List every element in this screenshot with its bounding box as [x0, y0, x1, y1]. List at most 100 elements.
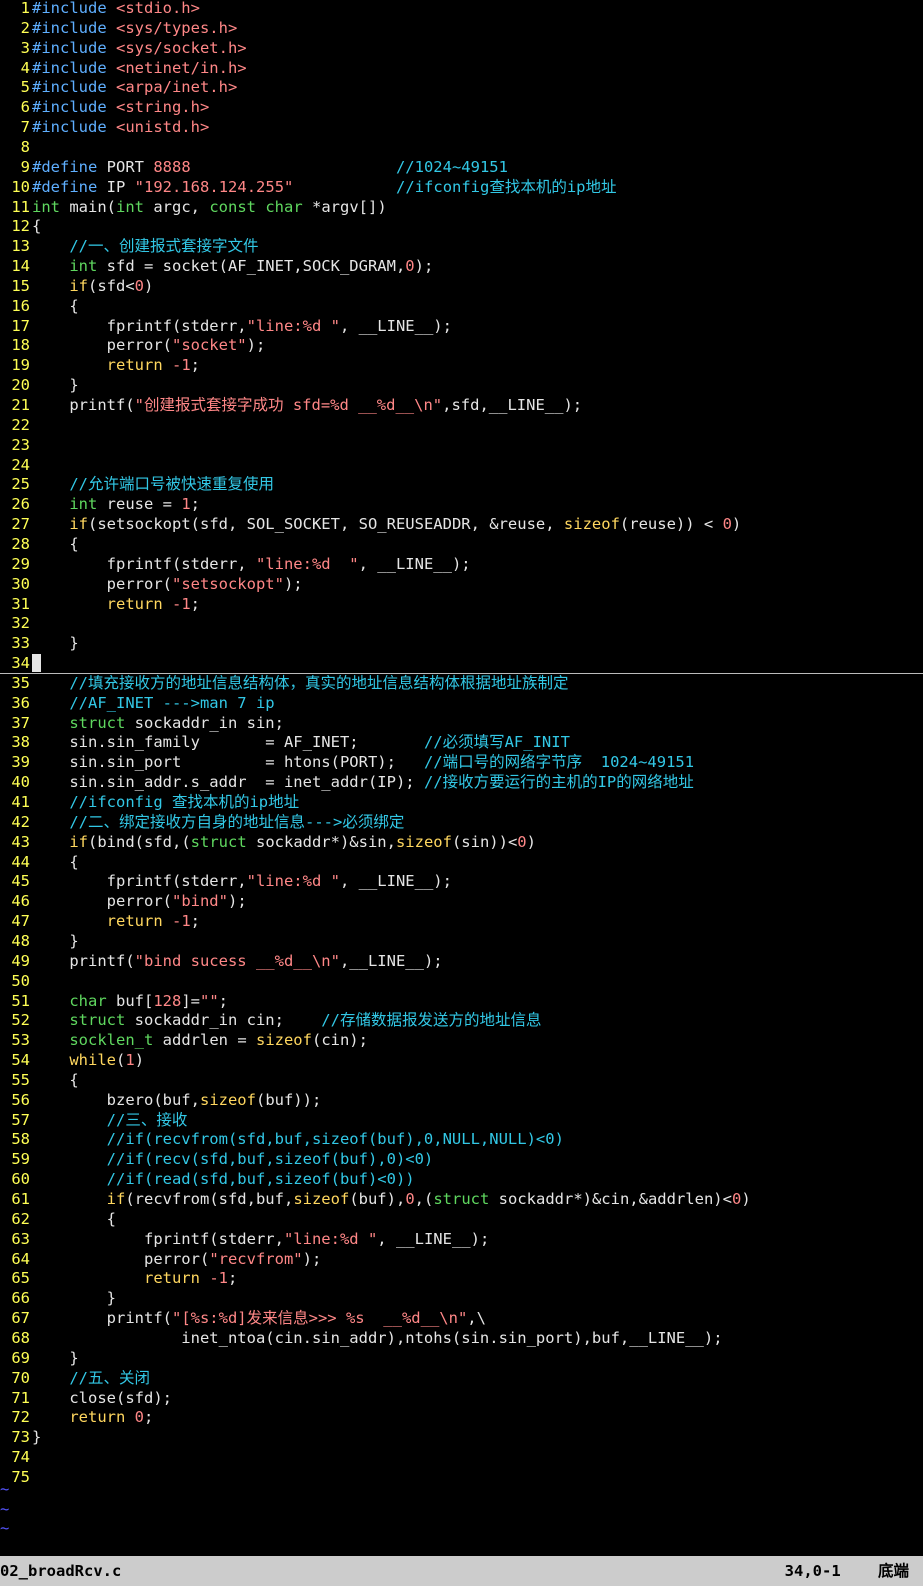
code-text[interactable]: //if(read(sfd,buf,sizeof(buf)<0)): [32, 1170, 415, 1188]
code-text[interactable]: return -1;: [32, 595, 200, 613]
code-text[interactable]: //一、创建报式套接字文件: [32, 237, 258, 255]
code-line[interactable]: 66 }: [0, 1288, 923, 1308]
code-line[interactable]: 15 if(sfd<0): [0, 276, 923, 296]
code-text[interactable]: //填充接收方的地址信息结构体，真实的地址信息结构体根据地址族制定: [32, 674, 568, 692]
code-text[interactable]: {: [32, 1210, 116, 1228]
code-line[interactable]: 3 #include <sys/socket.h>: [0, 38, 923, 58]
code-line[interactable]: 35 //填充接收方的地址信息结构体，真实的地址信息结构体根据地址族制定: [0, 673, 923, 693]
code-line[interactable]: 2 #include <sys/types.h>: [0, 18, 923, 38]
code-text[interactable]: sin.sin_family = AF_INET; //必须填写AF_INIT: [32, 733, 570, 751]
code-line[interactable]: 65 return -1;: [0, 1268, 923, 1288]
code-line[interactable]: 54 while(1): [0, 1050, 923, 1070]
code-text[interactable]: #include <sys/socket.h>: [32, 39, 247, 57]
code-line[interactable]: 61 if(recvfrom(sfd,buf,sizeof(buf),0,(st…: [0, 1189, 923, 1209]
code-text[interactable]: {: [32, 297, 78, 315]
code-text[interactable]: return -1;: [32, 1269, 237, 1287]
code-line[interactable]: 22: [0, 415, 923, 435]
code-line[interactable]: 52 struct sockaddr_in cin; //存储数据报发送方的地址…: [0, 1010, 923, 1030]
code-text[interactable]: {: [32, 1071, 78, 1089]
code-text[interactable]: return 0;: [32, 1408, 153, 1426]
code-text[interactable]: }: [32, 932, 78, 950]
code-text[interactable]: #include <stdio.h>: [32, 0, 200, 17]
code-text[interactable]: int sfd = socket(AF_INET,SOCK_DGRAM,0);: [32, 257, 433, 275]
code-line[interactable]: 59 //if(recv(sfd,buf,sizeof(buf),0)<0): [0, 1149, 923, 1169]
code-line[interactable]: 50: [0, 971, 923, 991]
code-line[interactable]: 13 //一、创建报式套接字文件: [0, 236, 923, 256]
code-text[interactable]: while(1): [32, 1051, 144, 1069]
code-line[interactable]: 11 int main(int argc, const char *argv[]): [0, 197, 923, 217]
code-text[interactable]: {: [32, 217, 41, 235]
code-line[interactable]: 64 perror("recvfrom");: [0, 1249, 923, 1269]
code-line[interactable]: 55 {: [0, 1070, 923, 1090]
code-text[interactable]: }: [32, 1349, 78, 1367]
code-text[interactable]: perror("bind");: [32, 892, 247, 910]
code-line[interactable]: 57 //三、接收: [0, 1110, 923, 1130]
code-line[interactable]: 28 {: [0, 534, 923, 554]
code-line[interactable]: 68 inet_ntoa(cin.sin_addr),ntohs(sin.sin…: [0, 1328, 923, 1348]
code-line[interactable]: 27 if(setsockopt(sfd, SOL_SOCKET, SO_REU…: [0, 514, 923, 534]
code-line[interactable]: 7 #include <unistd.h>: [0, 117, 923, 137]
code-text[interactable]: #include <string.h>: [32, 98, 209, 116]
code-line[interactable]: 29 fprintf(stderr, "line:%d ", __LINE__)…: [0, 554, 923, 574]
code-text[interactable]: #include <netinet/in.h>: [32, 59, 247, 77]
code-line[interactable]: 53 socklen_t addrlen = sizeof(cin);: [0, 1030, 923, 1050]
code-text[interactable]: fprintf(stderr, "line:%d ", __LINE__);: [32, 555, 471, 573]
code-text[interactable]: printf("创建报式套接字成功 sfd=%d __%d__\n",sfd,_…: [32, 396, 582, 414]
code-text[interactable]: perror("socket");: [32, 336, 266, 354]
code-text[interactable]: }: [32, 1289, 116, 1307]
code-line[interactable]: 9 #define PORT 8888 //1024~49151: [0, 157, 923, 177]
code-line[interactable]: 63 fprintf(stderr,"line:%d ", __LINE__);: [0, 1229, 923, 1249]
code-line[interactable]: 40 sin.sin_addr.s_addr = inet_addr(IP); …: [0, 772, 923, 792]
code-line[interactable]: 8: [0, 137, 923, 157]
code-text[interactable]: //二、绑定接收方自身的地址信息--->必须绑定: [32, 813, 404, 831]
code-text[interactable]: }: [32, 1428, 41, 1446]
code-line[interactable]: 25 //允许端口号被快速重复使用: [0, 474, 923, 494]
code-text[interactable]: sin.sin_addr.s_addr = inet_addr(IP); //接…: [32, 773, 693, 791]
code-line[interactable]: 1 #include <stdio.h>: [0, 0, 923, 18]
code-line[interactable]: 67 printf("[%s:%d]发来信息>>> %s __%d__\n",\: [0, 1308, 923, 1328]
code-line[interactable]: 21 printf("创建报式套接字成功 sfd=%d __%d__\n",sf…: [0, 395, 923, 415]
code-line[interactable]: 60 //if(read(sfd,buf,sizeof(buf)<0)): [0, 1169, 923, 1189]
code-line[interactable]: 26 int reuse = 1;: [0, 494, 923, 514]
code-line[interactable]: 20 }: [0, 375, 923, 395]
code-line[interactable]: 31 return -1;: [0, 594, 923, 614]
code-line[interactable]: 47 return -1;: [0, 911, 923, 931]
code-line[interactable]: 71 close(sfd);: [0, 1388, 923, 1408]
code-text[interactable]: if(bind(sfd,(struct sockaddr*)&sin,sizeo…: [32, 833, 536, 851]
code-line[interactable]: 14 int sfd = socket(AF_INET,SOCK_DGRAM,0…: [0, 256, 923, 276]
code-line[interactable]: 56 bzero(buf,sizeof(buf));: [0, 1090, 923, 1110]
code-text[interactable]: socklen_t addrlen = sizeof(cin);: [32, 1031, 368, 1049]
code-text[interactable]: }: [32, 376, 78, 394]
code-text[interactable]: fprintf(stderr,"line:%d ", __LINE__);: [32, 872, 452, 890]
code-line[interactable]: 42 //二、绑定接收方自身的地址信息--->必须绑定: [0, 812, 923, 832]
code-line[interactable]: 43 if(bind(sfd,(struct sockaddr*)&sin,si…: [0, 832, 923, 852]
code-text[interactable]: inet_ntoa(cin.sin_addr),ntohs(sin.sin_po…: [32, 1329, 722, 1347]
code-text[interactable]: fprintf(stderr,"line:%d ", __LINE__);: [32, 1230, 489, 1248]
code-text[interactable]: #include <arpa/inet.h>: [32, 78, 237, 96]
code-text[interactable]: //ifconfig 查找本机的ip地址: [32, 793, 299, 811]
code-text[interactable]: printf("[%s:%d]发来信息>>> %s __%d__\n",\: [32, 1309, 486, 1327]
code-line[interactable]: 19 return -1;: [0, 355, 923, 375]
code-line[interactable]: 73}: [0, 1427, 923, 1447]
code-line[interactable]: 4 #include <netinet/in.h>: [0, 58, 923, 78]
code-line[interactable]: 62 {: [0, 1209, 923, 1229]
code-text[interactable]: //允许端口号被快速重复使用: [32, 475, 274, 493]
code-line[interactable]: 70 //五、关闭: [0, 1368, 923, 1388]
code-line[interactable]: 18 perror("socket");: [0, 335, 923, 355]
code-line[interactable]: 32: [0, 613, 923, 633]
code-line[interactable]: 17 fprintf(stderr,"line:%d ", __LINE__);: [0, 316, 923, 336]
code-line[interactable]: 37 struct sockaddr_in sin;: [0, 713, 923, 733]
code-line[interactable]: 51 char buf[128]="";: [0, 991, 923, 1011]
code-text[interactable]: return -1;: [32, 912, 200, 930]
code-line[interactable]: 30 perror("setsockopt");: [0, 574, 923, 594]
code-text[interactable]: char buf[128]="";: [32, 992, 228, 1010]
code-text[interactable]: int main(int argc, const char *argv[]): [32, 198, 387, 216]
code-line[interactable]: 58 //if(recvfrom(sfd,buf,sizeof(buf),0,N…: [0, 1129, 923, 1149]
code-line[interactable]: 39 sin.sin_port = htons(PORT); //端口号的网络字…: [0, 752, 923, 772]
code-line[interactable]: 49 printf("bind sucess __%d__\n",__LINE_…: [0, 951, 923, 971]
code-text[interactable]: //三、接收: [32, 1111, 188, 1129]
code-line[interactable]: 12{: [0, 216, 923, 236]
code-text[interactable]: //五、关闭: [32, 1369, 150, 1387]
code-line[interactable]: 16 {: [0, 296, 923, 316]
code-text[interactable]: {: [32, 853, 78, 871]
